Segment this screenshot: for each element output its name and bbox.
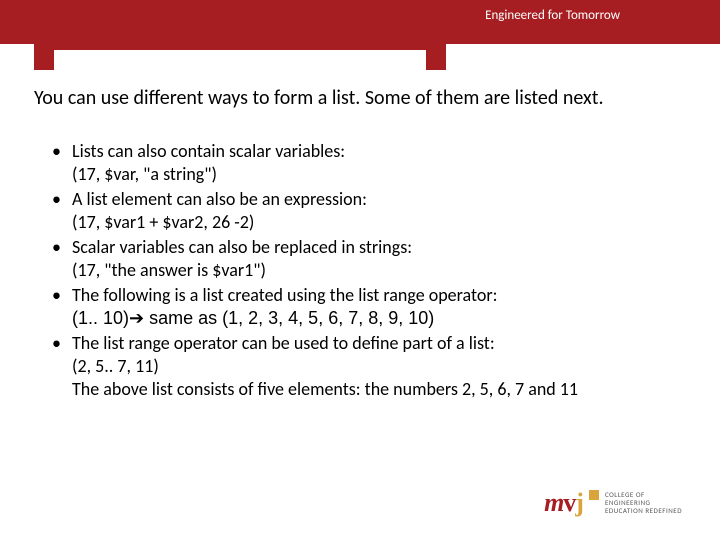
intro-text: You can use different ways to form a lis…	[34, 86, 686, 111]
header-tagline: Engineered for Tomorrow	[485, 8, 620, 23]
footer-logo: mvj COLLEGE OF ENGINEERING EDUCATION RED…	[544, 488, 682, 518]
logo-letter-j: j	[575, 488, 583, 517]
logo-text: COLLEGE OF ENGINEERING EDUCATION REDEFIN…	[605, 491, 682, 514]
list-item: Lists can also contain scalar variables:…	[52, 140, 686, 186]
bullet-list: Lists can also contain scalar variables:…	[52, 140, 686, 403]
bullet-sub2: The above list consists of five elements…	[72, 378, 686, 401]
list-item: Scalar variables can also be replaced in…	[52, 236, 686, 282]
bullet-sub: (1.. 10)➔ same as (1, 2, 3, 4, 5, 6, 7, …	[72, 307, 686, 330]
bullet-sub: (2, 5.. 7, 11)	[72, 355, 686, 378]
logo-letter-v: v	[563, 488, 575, 517]
list-item: The following is a list created using th…	[52, 284, 686, 330]
bullet-sub: (17, $var1 + $var2, 26 -2)	[72, 211, 686, 234]
logo-line3: EDUCATION REDEFINED	[605, 507, 682, 515]
bullet-sub: (17, "the answer is $var1")	[72, 259, 686, 282]
list-item: A list element can also be an expression…	[52, 188, 686, 234]
list-item: The list range operator can be used to d…	[52, 332, 686, 401]
bullet-text: The following is a list created using th…	[72, 284, 497, 306]
bullet-text: A list element can also be an expression…	[72, 188, 367, 210]
logo-letter-m: m	[544, 488, 563, 517]
logo-box-icon	[589, 490, 599, 500]
bullet-sub: (17, $var, "a string")	[72, 163, 686, 186]
bullet-text: The list range operator can be used to d…	[72, 332, 495, 354]
logo-mark: mvj	[544, 488, 583, 518]
bullet-text: Scalar variables can also be replaced in…	[72, 236, 412, 258]
header-notch	[34, 30, 446, 70]
bullet-text: Lists can also contain scalar variables:	[72, 140, 345, 162]
